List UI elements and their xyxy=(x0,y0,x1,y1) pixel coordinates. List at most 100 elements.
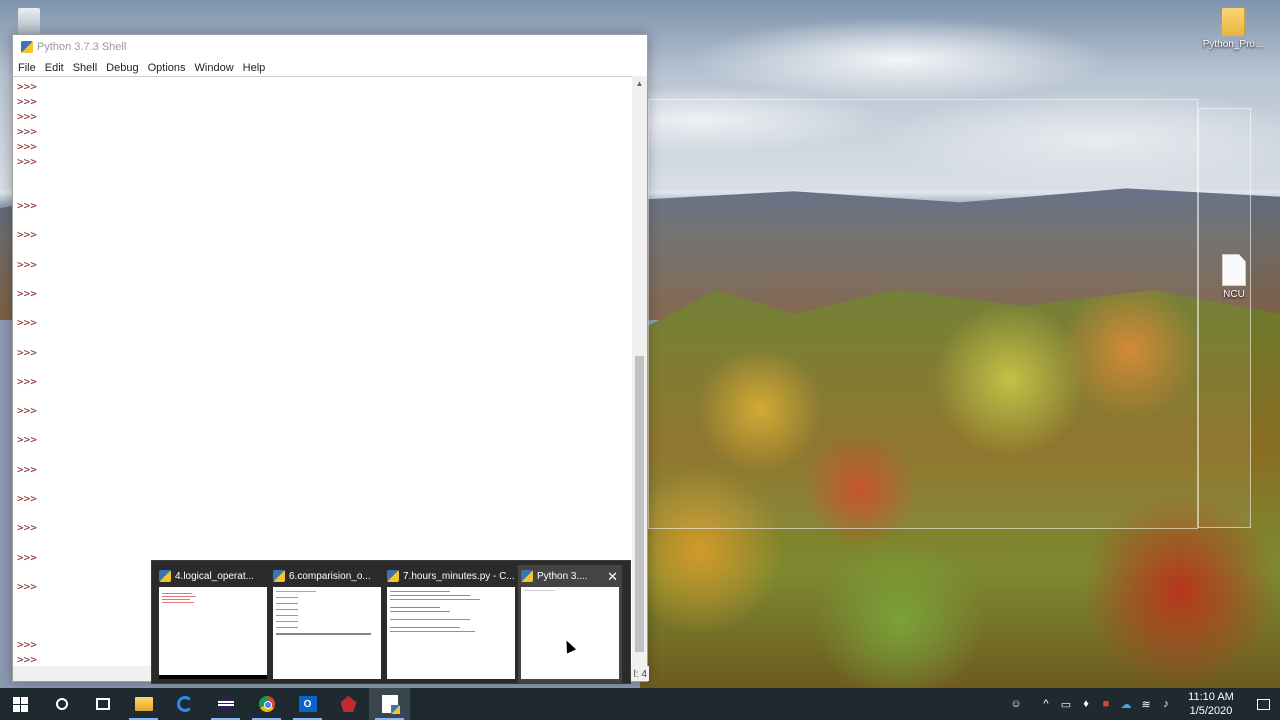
wifi-icon[interactable]: ≋ xyxy=(1136,698,1156,711)
notification-icon xyxy=(1256,698,1270,710)
thumbnail-window[interactable]: 6.comparision_o... xyxy=(270,565,384,683)
thumbnail-preview xyxy=(159,587,267,679)
bug-tool-icon xyxy=(340,696,357,712)
idle-taskbar-button[interactable] xyxy=(369,688,410,720)
shell-prompt: >>> xyxy=(17,404,37,417)
thumbnail-title: Python 3.... xyxy=(537,570,588,582)
scroll-thumb[interactable] xyxy=(635,356,644,652)
shell-prompt: >>> xyxy=(17,580,37,593)
status-column: l: 4 xyxy=(633,669,647,680)
clock-date: 1/5/2020 xyxy=(1189,705,1233,717)
onedrive-icon[interactable]: ☁ xyxy=(1116,698,1136,711)
shell-prompt: >>> xyxy=(17,638,37,651)
chrome-button[interactable] xyxy=(246,688,287,720)
desktop-icon-python-projects[interactable]: Python_Pro... xyxy=(1198,8,1268,50)
file-icon xyxy=(1222,254,1246,286)
shell-prompt: >>> xyxy=(17,492,37,505)
thumbnail-preview xyxy=(521,587,619,679)
task-view-icon xyxy=(95,698,110,710)
idle-file-icon xyxy=(521,570,533,582)
recycle-bin-glyph xyxy=(18,8,40,34)
battery-icon[interactable]: ▭ xyxy=(1056,698,1076,711)
idle-file-icon xyxy=(273,570,285,582)
menu-options[interactable]: Options xyxy=(148,62,186,74)
security-icon[interactable]: ♦ xyxy=(1076,698,1096,710)
cortana-icon xyxy=(55,698,68,710)
thumbnail-window[interactable]: 4.logical_operat... xyxy=(156,565,270,683)
eclipse-icon xyxy=(217,696,234,712)
shell-prompt: >>> xyxy=(17,653,37,666)
action-center-button[interactable] xyxy=(1246,688,1280,720)
shell-prompt: >>> xyxy=(17,125,37,138)
menu-shell[interactable]: Shell xyxy=(73,62,97,74)
outlook-icon: O xyxy=(298,696,317,712)
shell-prompt: >>> xyxy=(17,346,37,359)
volume-icon[interactable]: ♪ xyxy=(1156,698,1176,710)
thumbnail-preview xyxy=(273,587,381,679)
thumbnail-preview xyxy=(387,587,515,679)
outlook-button[interactable]: O xyxy=(287,688,328,720)
start-icon xyxy=(13,696,28,712)
people-icon[interactable]: ☺ xyxy=(1006,698,1026,710)
menu-edit[interactable]: Edit xyxy=(45,62,64,74)
idle-file-icon xyxy=(159,570,171,582)
menu-file[interactable]: File xyxy=(18,62,36,74)
thumbnail-window-active[interactable]: Python 3.... ✕ xyxy=(518,565,622,683)
shell-prompt: >>> xyxy=(17,287,37,300)
scroll-up-icon[interactable]: ▲ xyxy=(632,76,647,91)
close-icon[interactable]: ✕ xyxy=(607,569,618,585)
shell-prompt: >>> xyxy=(17,551,37,564)
window-titlebar[interactable]: Python 3.7.3 Shell xyxy=(13,35,647,59)
cortana-button[interactable] xyxy=(41,688,82,720)
taskbar-thumbnail-popup: 4.logical_operat... 6.comparision_o... 7… xyxy=(151,560,631,684)
shell-prompt: >>> xyxy=(17,258,37,271)
shell-prompt: >>> xyxy=(17,463,37,476)
shell-prompt: >>> xyxy=(17,155,37,168)
shell-prompt: >>> xyxy=(17,433,37,446)
shell-prompt: >>> xyxy=(17,228,37,241)
antivirus-icon[interactable]: ■ xyxy=(1096,698,1116,710)
chrome-icon xyxy=(258,696,275,712)
clock-time: 11:10 AM xyxy=(1188,691,1234,703)
chevron-up-icon[interactable]: ^ xyxy=(1036,698,1056,710)
shell-prompt: >>> xyxy=(17,140,37,153)
idle-file-icon xyxy=(387,570,399,582)
window-title: Python 3.7.3 Shell xyxy=(37,41,127,53)
desktop-icon-label: NCU xyxy=(1223,289,1245,300)
shell-prompt: >>> xyxy=(17,95,37,108)
shell-prompt: >>> xyxy=(17,375,37,388)
background-window-outline xyxy=(1198,108,1251,528)
thumbnail-window[interactable]: 7.hours_minutes.py - C... xyxy=(384,565,518,683)
shell-prompt: >>> xyxy=(17,110,37,123)
edge-button[interactable] xyxy=(164,688,205,720)
menu-bar: File Edit Shell Debug Options Window Hel… xyxy=(13,59,647,76)
menu-debug[interactable]: Debug xyxy=(106,62,138,74)
shell-prompt: >>> xyxy=(17,80,37,93)
thumbnail-title: 7.hours_minutes.py - C... xyxy=(403,570,515,582)
recycle-bin-icon[interactable] xyxy=(0,8,64,37)
shell-prompt: >>> xyxy=(17,521,37,534)
desktop-icon-ncu[interactable]: NCU xyxy=(1199,254,1269,300)
shell-prompt: >>> xyxy=(17,316,37,329)
thumbnail-title: 6.comparision_o... xyxy=(289,570,371,582)
shell-prompt: >>> xyxy=(17,199,37,212)
thumbnail-title: 4.logical_operat... xyxy=(175,570,254,582)
system-tray: ☺ ^ ▭ ♦ ■ ☁ ≋ ♪ 11:10 AM 1/5/2020 xyxy=(1006,688,1280,720)
vertical-scrollbar[interactable]: ▲ xyxy=(632,76,647,668)
edge-icon xyxy=(176,696,193,712)
taskbar: O ☺ ^ ▭ ♦ ■ ☁ ≋ ♪ 11:10 AM 1/5/2020 xyxy=(0,688,1280,720)
menu-window[interactable]: Window xyxy=(195,62,234,74)
idle-icon xyxy=(381,695,400,714)
menu-help[interactable]: Help xyxy=(243,62,266,74)
start-button[interactable] xyxy=(0,688,41,720)
eclipse-button[interactable] xyxy=(205,688,246,720)
idle-app-icon xyxy=(21,41,33,53)
file-explorer-icon xyxy=(134,697,153,711)
clock[interactable]: 11:10 AM 1/5/2020 xyxy=(1176,690,1246,718)
folder-icon xyxy=(1222,8,1244,36)
file-explorer-button[interactable] xyxy=(123,688,164,720)
background-window-outline xyxy=(648,99,1198,529)
task-view-button[interactable] xyxy=(82,688,123,720)
desktop-icon-label: Python_Pro... xyxy=(1202,39,1264,50)
bug-tool-button[interactable] xyxy=(328,688,369,720)
